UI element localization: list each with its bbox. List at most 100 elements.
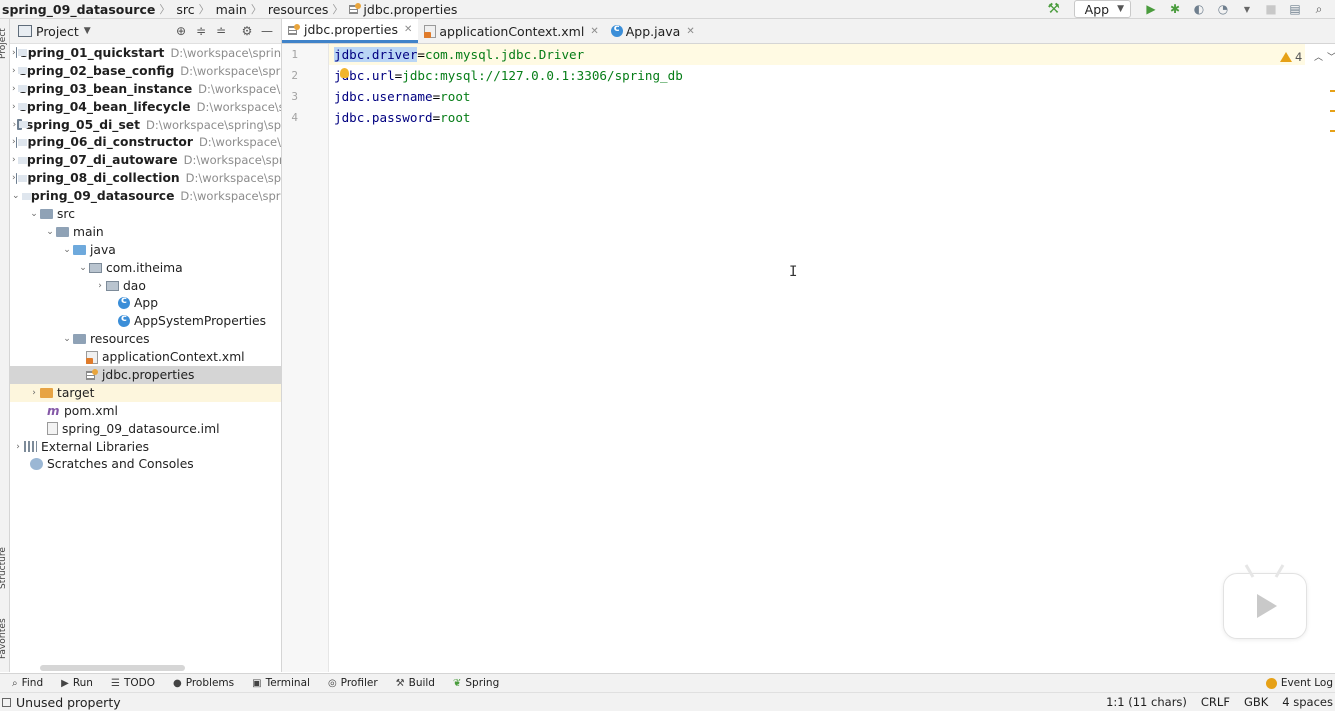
error-stripe[interactable]: 4 ︿ ﹀ — [1305, 44, 1335, 672]
tree-item-file-selected[interactable]: jdbc.properties — [10, 366, 281, 384]
debug-icon[interactable]: ✱ — [1167, 1, 1183, 17]
chevron-right-icon[interactable]: › — [12, 102, 16, 112]
tree-item-file[interactable]: spring_09_datasource.iml — [10, 420, 281, 438]
tree-item-scratches[interactable]: Scratches and Consoles — [10, 455, 281, 473]
tool-spring[interactable]: ❦Spring — [453, 677, 499, 689]
coverage-icon[interactable]: ◐ — [1191, 1, 1207, 17]
video-play-overlay-button[interactable] — [1223, 573, 1307, 639]
build-hammer-icon[interactable]: ⚒ — [1046, 1, 1062, 17]
chevron-right-icon[interactable]: › — [12, 84, 16, 94]
tree-item-class[interactable]: App — [10, 294, 281, 312]
chevron-up-icon[interactable]: ︿ — [1314, 50, 1323, 63]
profile-icon[interactable]: ◔ — [1215, 1, 1231, 17]
tree-item-folder[interactable]: ⌄ src — [10, 205, 281, 223]
code-line[interactable]: jdbc.url=jdbc:mysql://127.0.0.1:3306/spr… — [334, 65, 683, 86]
file-encoding[interactable]: GBK — [1244, 695, 1268, 709]
tool-run[interactable]: ▶Run — [61, 677, 93, 689]
breadcrumb-main[interactable]: main — [214, 0, 249, 18]
tree-item-external-libraries[interactable]: › External Libraries — [10, 438, 281, 456]
tree-item-folder[interactable]: ⌄ main — [10, 223, 281, 241]
tree-item-package[interactable]: › dao — [10, 277, 281, 295]
warning-marker[interactable] — [1330, 90, 1335, 92]
tree-item-module-expanded[interactable]: ⌄ spring_09_datasource D:\workspace\spri… — [10, 187, 281, 205]
code-line[interactable]: jdbc.username=root — [334, 86, 471, 107]
property-value: com.mysql.jdbc.Driver — [425, 47, 584, 62]
chevron-right-icon[interactable]: › — [94, 281, 106, 291]
tree-item-module[interactable]: › spring_01_quickstart D:\workspace\spri… — [10, 44, 281, 62]
tool-label: Problems — [186, 677, 234, 689]
chevron-down-icon[interactable]: ▼ — [84, 26, 91, 36]
code-editor[interactable]: jdbc.driver=com.mysql.jdbc.Driver jdbc.u… — [329, 44, 1305, 672]
breadcrumb-src[interactable]: src — [174, 0, 196, 18]
code-line[interactable]: jdbc.driver=com.mysql.jdbc.Driver — [334, 44, 584, 65]
editor-gutter[interactable]: 1 2 3 4 — [282, 44, 329, 672]
tree-item-module[interactable]: › spring_03_bean_instance D:\workspace\s — [10, 80, 281, 98]
chevron-down-icon[interactable]: ⌄ — [61, 245, 73, 255]
chevron-down-icon[interactable]: ⌄ — [28, 209, 40, 219]
chevron-right-icon[interactable]: › — [28, 388, 40, 398]
close-icon[interactable]: ✕ — [590, 26, 598, 37]
tree-item-module[interactable]: › spring_06_di_constructor D:\workspace\ — [10, 133, 281, 151]
tool-todo[interactable]: ☰TODO — [111, 677, 155, 689]
tool-windows-toggle-icon[interactable] — [2, 698, 11, 707]
warning-marker[interactable] — [1330, 110, 1335, 112]
inspection-widget[interactable]: 4 — [1280, 50, 1302, 64]
line-separator[interactable]: CRLF — [1201, 695, 1230, 709]
expand-all-icon[interactable]: ≑ — [191, 24, 211, 38]
tree-item-module[interactable]: › spring_05_di_set D:\workspace\spring\s… — [10, 116, 281, 134]
close-icon[interactable]: ✕ — [404, 24, 412, 35]
chevron-right-icon[interactable]: › — [12, 66, 16, 76]
indent-setting[interactable]: 4 spaces — [1282, 695, 1333, 709]
search-everywhere-icon[interactable]: ⌕ — [1311, 1, 1327, 17]
horizontal-scrollbar[interactable] — [40, 665, 185, 671]
warning-marker[interactable] — [1330, 130, 1335, 132]
run-icon[interactable]: ▶ — [1143, 1, 1159, 17]
code-line[interactable]: jdbc.password=root — [334, 107, 471, 128]
tree-item-module[interactable]: › spring_08_di_collection D:\workspace\s… — [10, 169, 281, 187]
run-configuration-selector[interactable]: App ▼ — [1074, 0, 1131, 18]
chevron-down-icon[interactable]: ﹀ — [1327, 50, 1335, 63]
chevron-right-icon[interactable]: › — [12, 155, 16, 165]
hide-panel-icon[interactable]: — — [257, 24, 277, 38]
chevron-right-icon[interactable]: › — [12, 442, 24, 452]
caret-position[interactable]: 1:1 (11 chars) — [1106, 695, 1187, 709]
tab-jdbc-properties[interactable]: jdbc.properties ✕ — [282, 19, 418, 43]
tree-item-module[interactable]: › spring_04_bean_lifecycle D:\workspace\… — [10, 98, 281, 116]
project-structure-icon[interactable]: ▤ — [1287, 1, 1303, 17]
tree-item-package[interactable]: ⌄ com.itheima — [10, 259, 281, 277]
tree-item-excluded-folder[interactable]: › target — [10, 384, 281, 402]
tree-item-resources-root[interactable]: ⌄ resources — [10, 330, 281, 348]
chevron-down-icon[interactable]: ⌄ — [12, 191, 20, 201]
tool-build[interactable]: ⚒Build — [396, 677, 435, 689]
project-view-selector[interactable]: Project — [36, 24, 79, 39]
tool-event-log[interactable]: Event Log — [1266, 674, 1333, 692]
tree-item-source-root[interactable]: ⌄ java — [10, 241, 281, 259]
tree-item-file[interactable]: applicationContext.xml — [10, 348, 281, 366]
more-run-chevron-icon[interactable]: ▼ — [1239, 1, 1255, 17]
tree-item-class[interactable]: AppSystemProperties — [10, 312, 281, 330]
tab-application-context-xml[interactable]: applicationContext.xml ✕ — [418, 19, 604, 43]
tool-profiler[interactable]: ◎Profiler — [328, 677, 378, 689]
close-icon[interactable]: ✕ — [686, 26, 694, 37]
collapse-all-icon[interactable]: ≐ — [211, 24, 231, 38]
chevron-down-icon[interactable]: ⌄ — [44, 227, 56, 237]
tree-item-module[interactable]: › spring_07_di_autoware D:\workspace\spr — [10, 151, 281, 169]
breadcrumb-file[interactable]: jdbc.properties — [347, 0, 459, 18]
locate-target-icon[interactable]: ⊕ — [171, 24, 191, 38]
chevron-down-icon[interactable]: ⌄ — [77, 263, 89, 273]
structure-tool-window-label[interactable]: Structure — [0, 547, 8, 589]
tool-terminal[interactable]: ▣Terminal — [252, 677, 310, 689]
gear-icon[interactable]: ⚙ — [237, 24, 257, 38]
intention-bulb-icon[interactable] — [340, 68, 349, 78]
tool-find[interactable]: ⌕Find — [12, 677, 43, 689]
tool-problems[interactable]: ●Problems — [173, 677, 234, 689]
tree-item-module[interactable]: › spring_02_base_config D:\workspace\spr… — [10, 62, 281, 80]
stop-icon[interactable]: ■ — [1263, 1, 1279, 17]
favorites-tool-window-label[interactable]: Favorites — [0, 618, 8, 659]
tree-item-file[interactable]: pom.xml — [10, 402, 281, 420]
chevron-down-icon[interactable]: ⌄ — [61, 334, 73, 344]
project-tool-window-label[interactable]: Project — [0, 28, 8, 59]
tab-app-java[interactable]: App.java ✕ — [605, 19, 701, 43]
breadcrumb-project[interactable]: spring_09_datasource — [0, 0, 157, 18]
breadcrumb-resources[interactable]: resources — [266, 0, 331, 18]
